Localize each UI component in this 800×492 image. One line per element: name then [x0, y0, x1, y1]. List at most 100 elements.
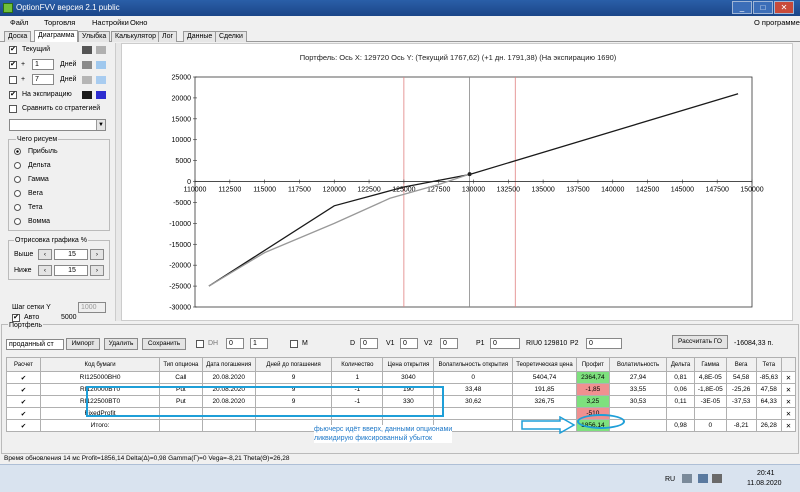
annotation-line-1: фьючерс идёт вверх, данными опционами: [314, 426, 453, 433]
grid-step-input[interactable]: 1000: [78, 302, 106, 313]
col-header[interactable]: Дней до погашения: [254, 357, 333, 372]
minimize-button[interactable]: _: [732, 1, 752, 14]
col-header[interactable]: Дата погашения: [201, 357, 256, 372]
col-header[interactable]: Расчет: [5, 357, 42, 372]
network-icon[interactable]: [698, 474, 708, 483]
compare-checkbox[interactable]: [9, 105, 17, 115]
clock-time[interactable]: 20:41: [757, 470, 775, 477]
current-color-2[interactable]: [96, 46, 106, 54]
col-header[interactable]: Профит: [575, 357, 610, 372]
radio-theta[interactable]: [14, 204, 21, 211]
cell-check[interactable]: ✔: [5, 395, 42, 408]
col-header[interactable]: Код бумаги: [40, 357, 161, 372]
menu-window[interactable]: Окно: [130, 16, 147, 30]
col-header[interactable]: Тип опциона: [159, 357, 203, 372]
plus1-color-1[interactable]: [82, 61, 92, 69]
d-input[interactable]: 0: [360, 338, 378, 349]
cell-check[interactable]: ✔: [5, 419, 42, 432]
above-input[interactable]: 15: [54, 249, 88, 260]
chevron-down-icon[interactable]: ▼: [96, 120, 105, 130]
dh-input-1[interactable]: 0: [226, 338, 244, 349]
p2-label: P2: [570, 340, 579, 347]
cell-x[interactable]: ✕: [781, 383, 796, 396]
menu-about[interactable]: О программе: [754, 16, 800, 30]
menu-file[interactable]: Файл: [10, 16, 28, 30]
save-button[interactable]: Сохранить: [142, 338, 186, 350]
clock-date[interactable]: 11.08.2020: [747, 480, 782, 487]
above-increase-button[interactable]: ›: [90, 249, 104, 260]
flag-icon[interactable]: [682, 474, 692, 483]
plus1-checkbox[interactable]: ✔: [9, 61, 17, 69]
radio-profit[interactable]: [14, 148, 21, 155]
tab-calculator[interactable]: Калькулятор: [111, 31, 160, 42]
plus7-sign: +: [21, 76, 26, 83]
col-header[interactable]: Вега: [725, 357, 757, 372]
dh-checkbox[interactable]: [196, 340, 204, 350]
tab-board[interactable]: Доска: [4, 31, 32, 42]
tab-diagram[interactable]: Диаграмма: [34, 30, 79, 42]
tab-smile[interactable]: Улыбка: [78, 31, 111, 42]
v2-input[interactable]: 0: [440, 338, 458, 349]
maximize-button[interactable]: □: [753, 1, 773, 14]
cell-price: 3040: [382, 371, 435, 384]
x-tick-label: 127500: [427, 187, 450, 194]
radio-gamma[interactable]: [14, 176, 21, 183]
input-language[interactable]: RU: [665, 476, 675, 483]
below-increase-button[interactable]: ›: [90, 265, 104, 276]
col-header[interactable]: Гамма: [693, 357, 727, 372]
plus7-days-input[interactable]: 7: [32, 74, 54, 85]
cell-check[interactable]: ✔: [5, 371, 42, 384]
cell-x[interactable]: ✕: [781, 371, 796, 384]
strategy-select[interactable]: [9, 119, 106, 131]
radio-vega[interactable]: [14, 190, 21, 197]
expiry-checkbox[interactable]: ✔: [9, 91, 17, 99]
col-header[interactable]: Волатильность открытия: [433, 357, 514, 372]
col-header[interactable]: Дельта: [666, 357, 695, 372]
radio-vomma[interactable]: [14, 218, 21, 225]
portfolio-select[interactable]: проданный ст: [6, 339, 64, 350]
plus1-color-2[interactable]: [96, 61, 106, 69]
menu-settings[interactable]: Настройки: [92, 16, 129, 30]
cell-x[interactable]: ✕: [781, 407, 796, 420]
v1-label: V1: [386, 340, 395, 347]
plus7-color-2[interactable]: [96, 76, 106, 84]
plus1-sign: +: [21, 61, 26, 68]
plus1-days-input[interactable]: 1: [32, 59, 54, 70]
cell-check[interactable]: ✔: [5, 407, 42, 420]
col-header[interactable]: Теоретическая цена: [512, 357, 577, 372]
col-header[interactable]: Цена открытия: [382, 357, 435, 372]
tab-deals[interactable]: Сделки: [215, 31, 247, 42]
radio-delta[interactable]: [14, 162, 21, 169]
below-decrease-button[interactable]: ‹: [38, 265, 52, 276]
m-checkbox[interactable]: [290, 340, 298, 350]
current-checkbox[interactable]: ✔: [9, 46, 17, 54]
y-tick-label: -5000: [173, 200, 191, 207]
current-color-1[interactable]: [82, 46, 92, 54]
plus7-color-1[interactable]: [82, 76, 92, 84]
delete-button[interactable]: Удалить: [104, 338, 138, 350]
calc-go-button[interactable]: Рассчитать ГО: [672, 335, 728, 349]
above-decrease-button[interactable]: ‹: [38, 249, 52, 260]
plus7-checkbox[interactable]: [9, 76, 17, 86]
import-button[interactable]: Импорт: [66, 338, 100, 350]
cell-x[interactable]: ✕: [781, 395, 796, 408]
cell-check[interactable]: ✔: [5, 383, 42, 396]
p1-input[interactable]: 0: [490, 338, 520, 349]
tab-log[interactable]: Лог: [158, 31, 178, 42]
menu-trading[interactable]: Торговля: [44, 16, 75, 30]
dh-input-2[interactable]: 1: [250, 338, 268, 349]
v1-input[interactable]: 0: [400, 338, 418, 349]
cell-x[interactable]: ✕: [781, 419, 796, 432]
speaker-icon[interactable]: [712, 474, 722, 483]
expiry-color-2[interactable]: [96, 91, 106, 99]
p2-input[interactable]: 0: [586, 338, 622, 349]
tab-data[interactable]: Данные: [183, 31, 217, 42]
close-button[interactable]: ✕: [774, 1, 794, 14]
auto-checkbox[interactable]: ✔: [12, 314, 20, 322]
col-header[interactable]: Тета: [755, 357, 783, 372]
expiry-color-1[interactable]: [82, 91, 92, 99]
col-header[interactable]: Волатильность: [608, 357, 668, 372]
below-input[interactable]: 15: [54, 265, 88, 276]
col-header[interactable]: Количество: [331, 357, 384, 372]
table-row[interactable]: ✔ RI125000BH0 Call 20.08.2020 9 1 3040 0 5404,74…: [5, 371, 796, 384]
